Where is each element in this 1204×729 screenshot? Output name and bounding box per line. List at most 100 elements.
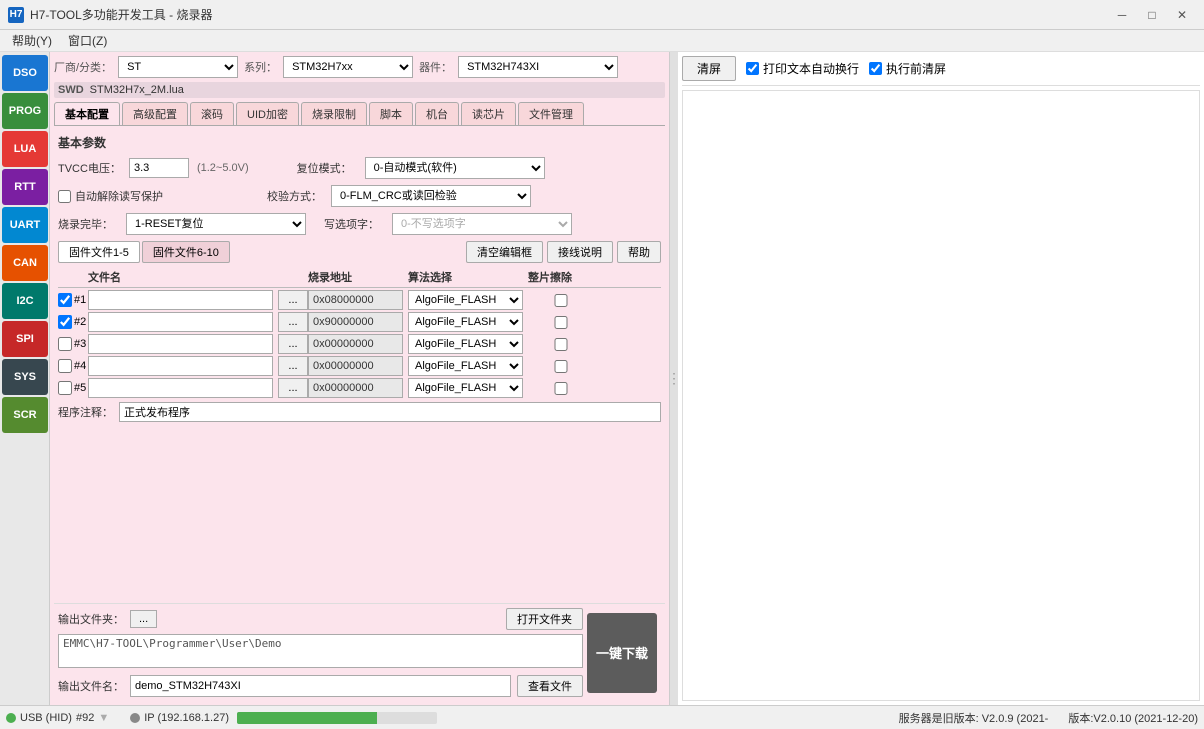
splitter[interactable]: ⋮ (670, 52, 678, 705)
download-btn[interactable]: 一键下载 (587, 613, 657, 693)
file-5-checkbox[interactable] (58, 381, 72, 395)
right-toolbar: 清屏 打印文本自动换行 执行前清屏 (682, 56, 1200, 86)
files-toolbar: 固件文件1-5 固件文件6-10 清空编辑框 接线说明 帮助 (58, 241, 661, 263)
clear-before-label: 执行前清屏 (886, 60, 946, 77)
finish-select[interactable]: 1-RESET复位 (126, 213, 306, 235)
tab-basic-config[interactable]: 基本配置 (54, 102, 120, 125)
note-input[interactable] (119, 402, 661, 422)
verify-select[interactable]: 0-FLM_CRC或读回检验 (331, 185, 531, 207)
file-4-algo[interactable]: AlgoFile_FLASH (408, 356, 523, 376)
auto-exec-checkbox[interactable] (746, 62, 759, 75)
files-buttons: 清空编辑框 接线说明 帮助 (466, 241, 661, 263)
tab-advanced-config[interactable]: 高级配置 (122, 102, 188, 125)
file-1-browse[interactable]: ... (278, 290, 308, 310)
sidebar-btn-i2c[interactable]: I2C (2, 283, 48, 319)
write-select-select[interactable]: 0-不写选项字 (392, 213, 572, 235)
file-3-algo[interactable]: AlgoFile_FLASH (408, 334, 523, 354)
file-5-input[interactable] (88, 378, 273, 398)
output-row: 输出文件夹： ... 打开文件夹 (58, 608, 583, 630)
file-4-erase[interactable] (544, 360, 578, 373)
filename-input[interactable] (130, 675, 511, 697)
file-1-addr[interactable] (308, 290, 403, 310)
file-tab-6-10[interactable]: 固件文件6-10 (142, 241, 230, 263)
tab-filemanage[interactable]: 文件管理 (518, 102, 584, 125)
file-5-addr[interactable] (308, 378, 403, 398)
file-4-browse[interactable]: ... (278, 356, 308, 376)
file-tab-1-5[interactable]: 固件文件1-5 (58, 241, 140, 263)
tab-scroll[interactable]: 滚码 (190, 102, 234, 125)
file-1-input[interactable] (88, 290, 273, 310)
ip-label: IP (192.168.1.27) (144, 712, 229, 724)
series-select[interactable]: STM32H7xx (283, 56, 413, 78)
file-3-input[interactable] (88, 334, 273, 354)
maximize-button[interactable]: □ (1138, 4, 1166, 26)
open-folder-btn[interactable]: 打开文件夹 (506, 608, 583, 630)
minimize-button[interactable]: ─ (1108, 4, 1136, 26)
app-icon: H7 (8, 7, 24, 23)
file-1-algo[interactable]: AlgoFile_FLASH (408, 290, 523, 310)
sidebar-btn-prog[interactable]: PROG (2, 93, 48, 129)
output-browse-btn[interactable]: ... (130, 610, 157, 628)
section-title: 基本参数 (58, 134, 661, 151)
version: 版本:V2.0.10 (2021-12-20) (1068, 710, 1198, 726)
file-3-browse[interactable]: ... (278, 334, 308, 354)
file-2-algo[interactable]: AlgoFile_FLASH (408, 312, 523, 332)
sidebar-btn-can[interactable]: CAN (2, 245, 48, 281)
file-1-checkbox[interactable] (58, 293, 72, 307)
sidebar-btn-uart[interactable]: UART (2, 207, 48, 243)
server-version: 服务器是旧版本: V2.0.9 (2021- (899, 710, 1049, 726)
auto-unlock-checkbox[interactable] (58, 190, 71, 203)
view-file-btn[interactable]: 查看文件 (517, 675, 583, 697)
progress-bar (237, 712, 437, 724)
file-3-addr[interactable] (308, 334, 403, 354)
file-2-checkbox[interactable] (58, 315, 72, 329)
tab-limit[interactable]: 烧录限制 (301, 102, 367, 125)
file-4-input[interactable] (88, 356, 273, 376)
clear-before-item: 执行前清屏 (869, 60, 946, 77)
menu-window[interactable]: 窗口(Z) (60, 30, 115, 51)
note-row: 程序注释： (58, 402, 661, 422)
file-2-erase[interactable] (544, 316, 578, 329)
file-2-browse[interactable]: ... (278, 312, 308, 332)
sidebar-btn-sys[interactable]: SYS (2, 359, 48, 395)
device-select[interactable]: STM32H743XI (458, 56, 618, 78)
close-button[interactable]: ✕ (1168, 4, 1196, 26)
help-btn[interactable]: 帮助 (617, 241, 661, 263)
connect-guide-btn[interactable]: 接线说明 (547, 241, 613, 263)
middle-bottom: 输出文件夹： ... 打开文件夹 EMMC\H7-TOOL\Programmer… (58, 608, 583, 697)
right-panel: 清屏 打印文本自动换行 执行前清屏 (678, 52, 1204, 705)
output-path-area[interactable]: EMMC\H7-TOOL\Programmer\User\Demo (58, 634, 583, 668)
device-label: 器件： (419, 59, 452, 75)
file-5-algo[interactable]: AlgoFile_FLASH (408, 378, 523, 398)
tvcc-input[interactable] (129, 158, 189, 178)
file-2-input[interactable] (88, 312, 273, 332)
manufacturer-select[interactable]: ST (118, 56, 238, 78)
clear-before-checkbox[interactable] (869, 62, 882, 75)
file-4-checkbox[interactable] (58, 359, 72, 373)
sidebar-btn-lua[interactable]: LUA (2, 131, 48, 167)
sidebar-btn-spi[interactable]: SPI (2, 321, 48, 357)
output-label: 输出文件夹： (58, 611, 124, 627)
tab-readchip[interactable]: 读芯片 (461, 102, 516, 125)
sidebar-btn-dso[interactable]: DSO (2, 55, 48, 91)
tab-uid[interactable]: UID加密 (236, 102, 299, 125)
reset-select[interactable]: 0-自动模式(软件) (365, 157, 545, 179)
tab-script[interactable]: 脚本 (369, 102, 413, 125)
file-3-checkbox[interactable] (58, 337, 72, 351)
file-5-browse[interactable]: ... (278, 378, 308, 398)
file-1-erase[interactable] (544, 294, 578, 307)
file-5-erase[interactable] (544, 382, 578, 395)
file-2-addr[interactable] (308, 312, 403, 332)
port-label: #92 (76, 712, 94, 724)
menu-help[interactable]: 帮助(Y) (4, 30, 60, 51)
clear-edit-btn[interactable]: 清空编辑框 (466, 241, 543, 263)
clear-screen-btn[interactable]: 清屏 (682, 56, 736, 81)
log-area (682, 90, 1200, 701)
sidebar-btn-scr[interactable]: SCR (2, 397, 48, 433)
manufacturer-label: 厂商/分类： (54, 59, 112, 75)
sidebar-btn-rtt[interactable]: RTT (2, 169, 48, 205)
file-4-addr[interactable] (308, 356, 403, 376)
file-3-erase[interactable] (544, 338, 578, 351)
tab-station[interactable]: 机台 (415, 102, 459, 125)
main-layout: DSO PROG LUA RTT UART CAN I2C SPI SYS SC… (0, 52, 1204, 705)
